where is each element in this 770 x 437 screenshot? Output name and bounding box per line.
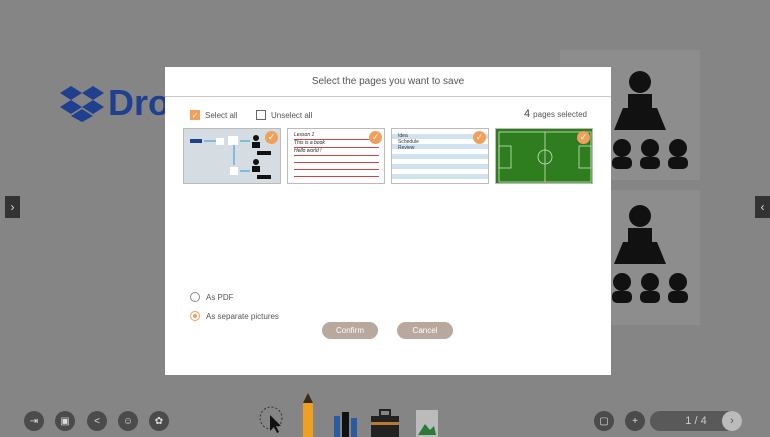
pages-selected-label: pages selected (533, 110, 587, 119)
share-icon[interactable]: < (87, 411, 107, 431)
select-all-checkbox[interactable]: ✓ Select all (190, 110, 237, 120)
settings-icon[interactable]: ✿ (149, 411, 169, 431)
add-page-icon[interactable]: + (625, 411, 645, 431)
checkbox-checked-icon: ✓ (190, 110, 200, 120)
format-option-label: As separate pictures (206, 311, 279, 321)
note-line: Hello world ! (294, 148, 379, 156)
note-line: This is a book (294, 140, 379, 148)
save-icon[interactable]: ▣ (55, 411, 75, 431)
radio-unselected-icon (190, 292, 200, 302)
page-overview-icon[interactable]: ▢ (594, 411, 614, 431)
select-cursor-icon[interactable] (258, 405, 288, 435)
select-all-label: Select all (205, 110, 238, 120)
page-thumbnail-1[interactable]: ✓ (183, 128, 281, 184)
exit-icon[interactable]: ⇥ (24, 411, 44, 431)
selected-check-icon: ✓ (473, 131, 486, 144)
marker-tool-icon[interactable] (334, 408, 360, 437)
toolbox-icon[interactable] (370, 408, 400, 437)
checkbox-unchecked-icon (256, 110, 266, 120)
gallery-icon[interactable] (416, 410, 438, 437)
save-pages-dialog: Select the pages you want to save ✓ Sele… (165, 67, 611, 375)
page-thumbnail-3[interactable]: Idea Schedule Review ✓ (391, 128, 489, 184)
selected-check-icon: ✓ (369, 131, 382, 144)
pages-selected-number: 4 (524, 108, 531, 120)
add-user-icon[interactable]: ☺ (118, 411, 138, 431)
cancel-button[interactable]: Cancel (397, 322, 453, 339)
unselect-all-checkbox[interactable]: Unselect all (256, 110, 312, 120)
page-thumbnail-2[interactable]: Lesson 1 This is a book Hello world ! ✓ (287, 128, 385, 184)
format-option-pictures[interactable]: As separate pictures (190, 311, 279, 321)
unselect-all-label: Unselect all (271, 110, 313, 120)
checklist-line: Review (398, 145, 415, 151)
format-option-pdf[interactable]: As PDF (190, 292, 234, 302)
next-page-icon[interactable]: › (722, 411, 742, 431)
checklist-preview: Idea Schedule Review (398, 133, 419, 151)
page-thumbnail-4[interactable]: ✓ (495, 128, 593, 184)
dropbox-icon (60, 86, 104, 122)
format-option-label: As PDF (206, 292, 234, 302)
pen-tool-icon[interactable] (301, 393, 315, 437)
radio-selected-icon (190, 311, 200, 321)
dialog-title: Select the pages you want to save (165, 67, 611, 97)
selected-check-icon: ✓ (265, 131, 278, 144)
whiteboard-canvas: Drop › ‹ Select the pages you want to sa… (0, 0, 770, 437)
confirm-button[interactable]: Confirm (322, 322, 378, 339)
note-line: Lesson 1 (294, 132, 379, 140)
expand-right-panel-button[interactable]: ‹ (755, 196, 770, 218)
notes-preview: Lesson 1 This is a book Hello world ! (294, 132, 379, 177)
pages-selected-count: 4 pages selected (524, 108, 587, 120)
expand-left-panel-button[interactable]: › (5, 196, 20, 218)
selected-check-icon: ✓ (577, 131, 590, 144)
